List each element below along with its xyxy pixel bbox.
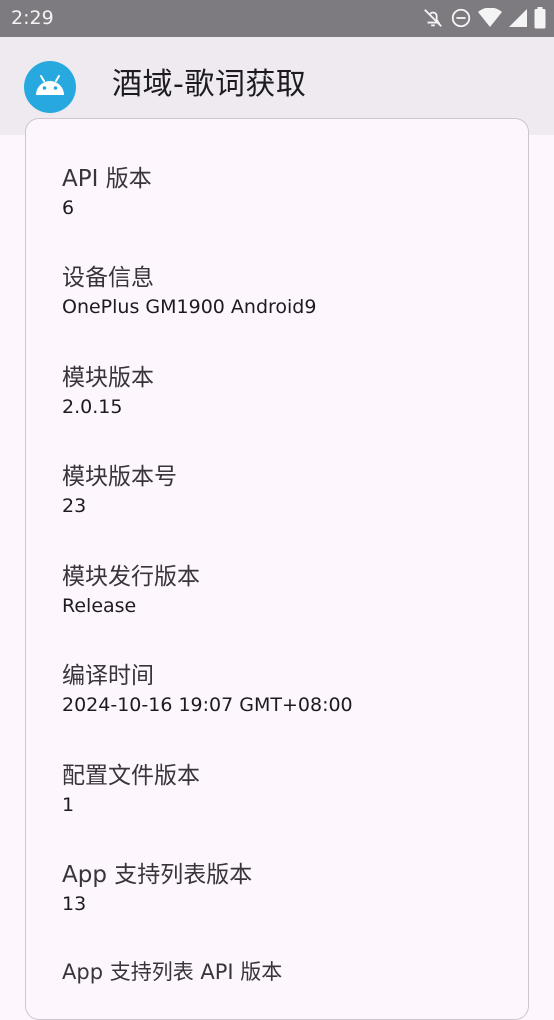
info-value: OnePlus GM1900 Android9 [62,296,317,318]
info-label: 编译时间 [62,663,154,689]
info-label: 配置文件版本 [62,763,200,789]
info-item-app-support-list-version: App 支持列表版本 13 [62,860,252,916]
info-item-build-time: 编译时间 2024-10-16 19:07 GMT+08:00 [62,661,353,717]
info-item-module-version: 模块版本 2.0.15 [62,363,154,419]
info-value: Release [62,595,137,617]
info-label: 设备信息 [62,265,154,291]
info-value: 2.0.15 [62,396,123,418]
info-item-api-version: API 版本 6 [62,164,152,220]
status-bar: 2:29 [0,0,554,37]
info-item-app-support-list-api-version: App 支持列表 API 版本 [62,958,282,986]
info-value: 6 [62,197,75,219]
info-label: 模块版本号 [62,464,177,490]
info-label: 模块版本 [62,365,154,391]
info-item-module-release: 模块发行版本 Release [62,562,200,618]
info-label: API 版本 [62,166,152,192]
info-label: App 支持列表版本 [62,862,253,888]
info-value: 1 [62,794,75,816]
wifi-icon [478,8,502,28]
info-value: 2024-10-16 19:07 GMT+08:00 [62,694,353,716]
status-icons [422,6,546,30]
info-item-device-info: 设备信息 OnePlus GM1900 Android9 [62,263,316,319]
info-item-config-version: 配置文件版本 1 [62,761,200,817]
app-logo [24,61,76,113]
cellular-signal-icon [508,8,528,28]
notifications-off-icon [422,7,444,29]
status-time: 2:29 [11,7,54,29]
android-icon [33,74,67,100]
info-value: 23 [62,495,87,517]
info-item-module-version-code: 模块版本号 23 [62,462,177,518]
info-value: 13 [62,893,87,915]
app-title: 酒域-歌词获取 [112,67,307,102]
do-not-disturb-icon [450,7,472,29]
info-label: 模块发行版本 [62,564,200,590]
battery-icon [534,7,546,29]
info-label: App 支持列表 API 版本 [62,960,283,984]
